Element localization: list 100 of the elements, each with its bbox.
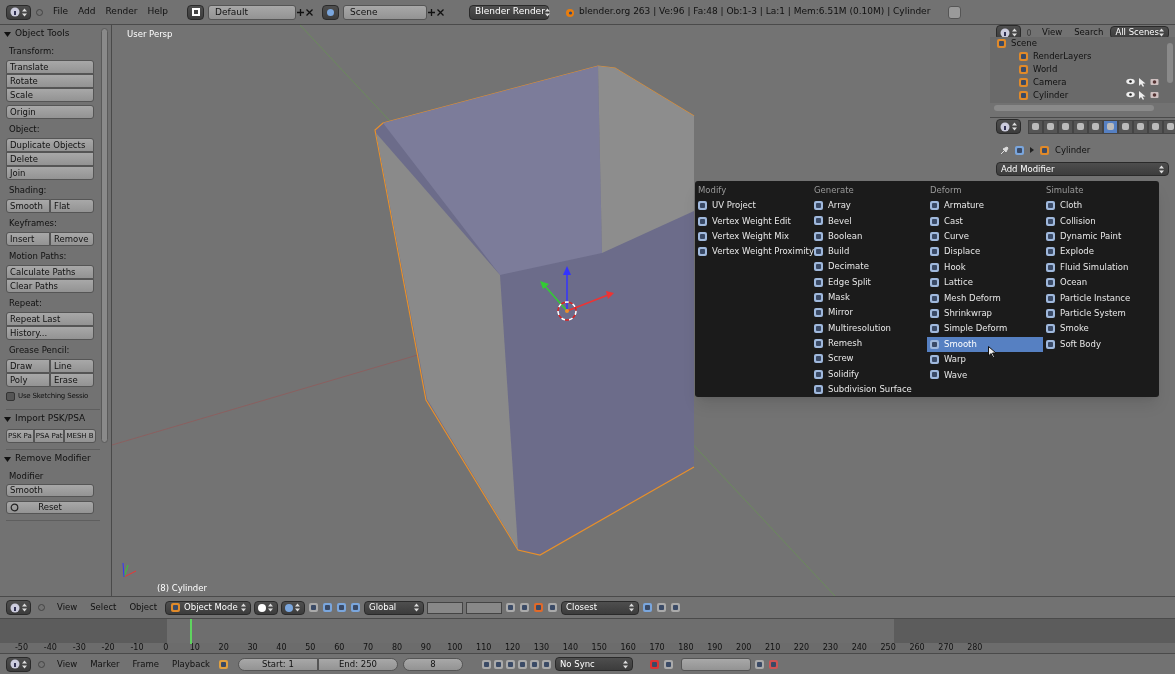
modifier-menu-item[interactable]: Array [811,197,927,214]
menu-item[interactable]: File [48,5,74,19]
frame-number: -20 [100,643,116,653]
frame-number: 220 [792,643,811,653]
tool-button[interactable]: Poly [6,373,50,387]
modifier-menu-item[interactable]: Screw [811,351,927,367]
outliner-item[interactable]: Scene [1011,37,1037,50]
modifier-menu-item[interactable]: Vertex Weight Edit [695,213,811,229]
menu-item[interactable]: View [52,657,83,671]
outliner-item[interactable]: Camera [1033,76,1067,89]
modifier-menu-item[interactable]: Edge Split [811,274,927,290]
orientation-dropdown[interactable]: Global [364,600,425,615]
modifier-menu-item[interactable]: Subdivision Surface [811,381,927,397]
modifier-menu-item[interactable]: Soft Body [1043,336,1159,352]
tool-button[interactable]: Origin [6,105,94,119]
frame-number: 120 [503,643,522,653]
tool-button[interactable]: Flat [50,199,94,213]
outliner-item[interactable]: RenderLayers [1033,50,1092,63]
frame-number: 20 [217,643,230,653]
modifier-menu-item[interactable]: Vertex Weight Mix [695,228,811,245]
menu-item[interactable]: Add [73,5,101,19]
tool-button[interactable]: Calculate Paths [6,265,94,279]
panel-title[interactable]: Object Tools [15,27,70,41]
outliner-item[interactable]: World [1033,63,1058,76]
menu-item[interactable]: View [1037,26,1068,39]
start-frame-field[interactable]: Start: 1 [238,657,318,671]
panel-title[interactable]: Import PSK/PSA [15,412,86,426]
frame-number: 130 [532,643,551,653]
section-label: Modifier [9,470,45,482]
frame-number: 0 [162,643,170,653]
menu-item[interactable]: Frame [127,657,165,671]
scene-field[interactable]: Scene [343,4,428,20]
modifier-menu-item[interactable]: Cloth [1043,198,1159,214]
modifier-menu-item[interactable]: Mirror [811,305,927,321]
frame-number: 70 [362,643,375,653]
frame-number: 50 [304,643,317,653]
modifier-menu-item[interactable]: Dynamic Paint [1043,228,1159,245]
menu-item[interactable]: View [52,601,83,614]
menu-item[interactable]: Marker [85,657,125,671]
render-engine-dropdown[interactable]: Blender Render [469,4,550,20]
tool-button[interactable]: Smooth [6,199,50,213]
frame-number: 150 [590,643,608,653]
tool-button[interactable]: Insert [6,232,50,246]
outliner-item[interactable]: Cylinder [1033,89,1069,102]
frame-number: 160 [619,643,637,653]
end-frame-field[interactable]: End: 250 [318,657,398,671]
tool-button[interactable]: Line [50,359,94,373]
tool-button[interactable]: Clear Paths [6,279,94,293]
timeline[interactable]: -50 -40 -30 -20 -10 0 10 20 30 40 50 60 70 80 90 100 110 120 130 140 150 160 170 180 190 200 210 220 230 240 250 260 270 280 [0,618,1175,653]
modifier-menu-item[interactable]: Particle Instance [1043,290,1159,306]
tool-button[interactable]: Scale [6,88,94,102]
modifier-menu-item[interactable]: Solidify [811,366,927,382]
tool-button[interactable]: Rotate [6,74,94,88]
menu-item[interactable]: Select [85,601,122,614]
current-frame-field[interactable]: 8 [403,657,463,671]
mode-dropdown[interactable]: Object Mode [165,600,252,615]
modifier-menu-item[interactable]: Smoke [1043,321,1159,337]
panel-title[interactable]: Remove Modifier [15,452,91,466]
section-label: Repeat: [9,297,43,309]
tool-button[interactable]: Erase [50,373,94,387]
tool-button[interactable]: Duplicate Objects [6,138,94,152]
modifier-menu-item[interactable]: Smooth [927,336,1043,352]
frame-number: 100 [446,643,464,653]
modifier-menu-item[interactable]: Multiresolution [811,320,927,336]
tool-button[interactable]: Remove [50,232,94,246]
modifier-menu-item[interactable]: Bevel [811,213,927,229]
tool-button[interactable]: Join [6,166,94,180]
modifier-field[interactable]: Smooth [6,484,94,497]
modifier-menu-item[interactable]: Particle System [1043,305,1159,322]
sync-dropdown[interactable]: No Sync [555,657,633,671]
modifier-menu-item[interactable]: UV Project [695,198,811,214]
layout-field[interactable]: Default [208,4,297,20]
frame-number: -30 [71,643,87,653]
section-label: Shading: [9,184,48,196]
modifier-menu-item[interactable]: Decimate [811,259,927,275]
tool-button[interactable]: Translate [6,60,94,74]
menu-item[interactable]: Object [124,601,163,614]
reset-button[interactable]: Reset [6,501,94,514]
menu-item[interactable]: Playback [167,657,215,671]
modifier-menu-item[interactable]: Collision [1043,213,1159,229]
modifier-menu-item[interactable]: Boolean [811,228,927,244]
frame-number: 40 [275,643,288,653]
modifier-menu-item[interactable]: Explode [1043,244,1159,260]
menu-item[interactable]: Help [142,5,174,19]
modifier-menu-item[interactable]: Mask [811,289,927,306]
modifier-menu-item[interactable]: Ocean [1043,274,1159,291]
menu-item[interactable]: Search [1069,26,1109,39]
tool-button[interactable]: Draw [6,359,50,373]
add-modifier-dropdown[interactable]: Add Modifier [996,162,1169,176]
frame-number: 180 [677,643,695,653]
tool-button[interactable]: Repeat Last [6,312,94,326]
frame-number: 80 [390,643,404,653]
section-label: Motion Paths: [9,250,68,262]
menu-column-title: Modify [697,184,728,197]
tool-button[interactable]: History... [6,326,94,340]
snap-target-dropdown[interactable]: Closest [561,600,640,615]
menu-item[interactable]: Render [100,5,143,19]
modifier-menu-item[interactable]: Fluid Simulation [1043,259,1159,275]
modifier-menu-item[interactable]: Remesh [811,335,927,352]
tool-button[interactable]: Delete [6,152,94,166]
